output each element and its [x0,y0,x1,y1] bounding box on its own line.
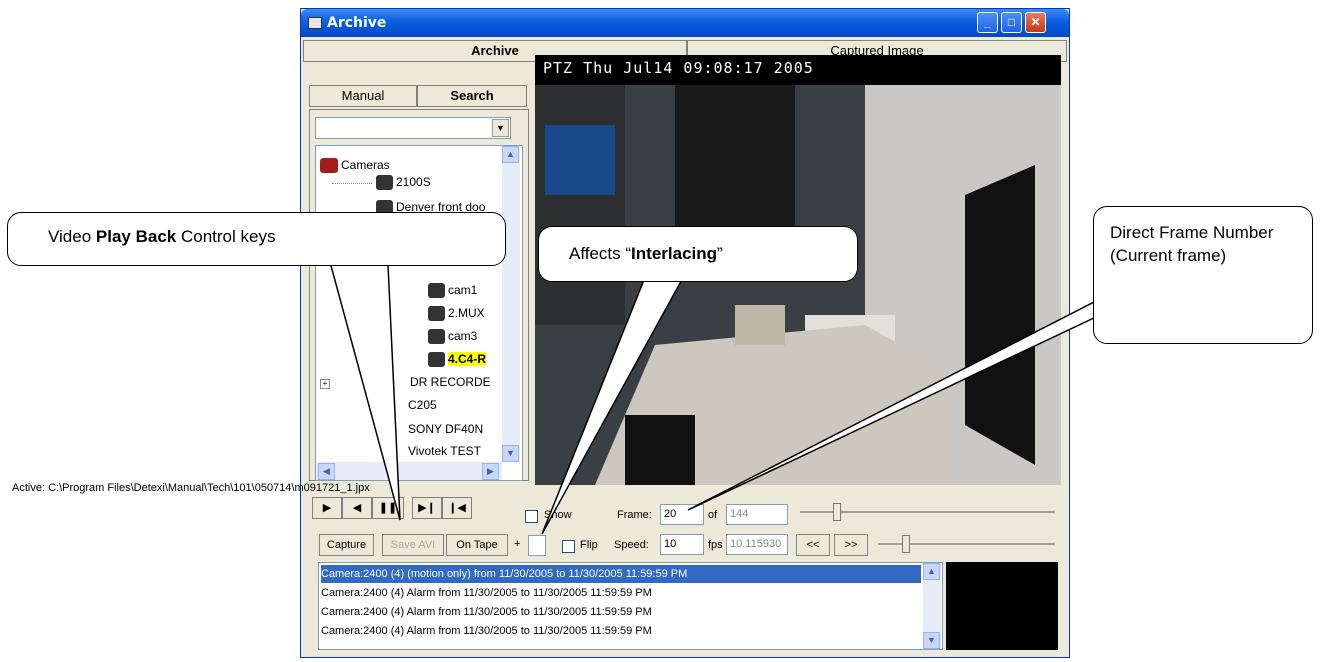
callout-interlacing: Affects “Interlacing” [538,226,858,282]
callout-frame: Direct Frame Number (Current frame) [1093,206,1313,344]
callout-playback: Video Play Back Control keys [7,212,506,266]
